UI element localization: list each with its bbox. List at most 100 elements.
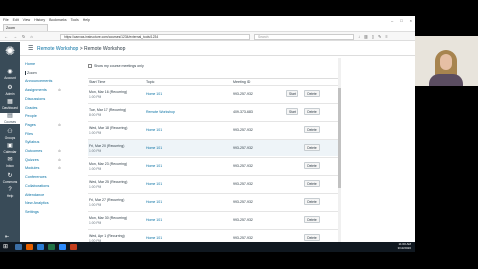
menu-item-file[interactable]: File <box>3 18 9 22</box>
library-icon[interactable]: ▥ <box>364 34 368 39</box>
course-header: ☰ Remote Workshop > Remote Workshop <box>20 42 415 56</box>
excel-icon[interactable] <box>48 244 55 250</box>
back-icon[interactable]: ← <box>4 34 8 39</box>
meeting-topic-link[interactable]: Home 101 <box>146 200 162 204</box>
global-nav-commons[interactable]: ↻ Commons <box>0 173 20 184</box>
meeting-time: 1:00 PM <box>89 203 102 207</box>
zoom-icon[interactable] <box>59 244 66 250</box>
course-nav-grades[interactable]: Grades <box>25 106 37 110</box>
course-nav-people[interactable]: People <box>25 114 37 118</box>
delete-button[interactable]: Delete <box>304 234 320 241</box>
browser-menubar: File Edit View History Bookmarks Tools Help Zo… <box>0 16 415 32</box>
meeting-topic-link[interactable]: Home 101 <box>146 218 162 222</box>
course-nav-home[interactable]: Home <box>25 62 35 66</box>
course-nav-announcements[interactable]: Announcements <box>25 79 52 83</box>
menu-item-tools[interactable]: Tools <box>71 18 79 22</box>
global-nav-dashboard[interactable]: ▦ Dashboard <box>0 99 20 110</box>
course-nav-new-analytics[interactable]: New Analytics <box>25 201 49 205</box>
menu-icon[interactable]: ≡ <box>385 34 387 39</box>
meeting-id: 993-257-932 <box>233 164 253 168</box>
course-nav-syllabus[interactable]: Syllabus <box>25 140 39 144</box>
meeting-topic-link[interactable]: Home 101 <box>146 164 162 168</box>
global-nav-admin[interactable]: ⚙ Admin <box>0 85 20 96</box>
meeting-topic-link[interactable]: Home 101 <box>146 128 162 132</box>
course-nav-assignments[interactable]: Assignments <box>25 88 47 92</box>
meeting-topic-link[interactable]: Home 101 <box>146 236 162 240</box>
presenter-body <box>429 74 463 86</box>
delete-button[interactable]: Delete <box>304 108 320 115</box>
page-scrollbar[interactable] <box>338 58 341 242</box>
global-nav-account[interactable]: ◉ Account <box>0 69 20 80</box>
url-field[interactable]: https://canvas.instructure.com/courses/1… <box>60 33 250 40</box>
breadcrumb-course[interactable]: Remote Workshop <box>37 46 78 52</box>
show-my-meetings-toggle[interactable]: Show my course meetings only <box>88 64 144 68</box>
scrollbar-thumb[interactable] <box>338 88 341 188</box>
word-icon[interactable] <box>37 244 44 250</box>
course-nav-quizzes[interactable]: Quizzes <box>25 158 39 162</box>
menu-item-history[interactable]: History <box>34 18 45 22</box>
meeting-topic-link[interactable]: Remote Workshop <box>146 110 175 114</box>
close-icon[interactable]: × <box>410 18 412 23</box>
delete-button[interactable]: Delete <box>304 90 320 97</box>
reload-icon[interactable]: ↻ <box>22 34 25 39</box>
delete-button[interactable]: Delete <box>304 162 320 169</box>
delete-button[interactable]: Delete <box>304 144 320 151</box>
course-nav-discussions[interactable]: Discussions <box>25 97 45 101</box>
meeting-time: 1:00 PM <box>89 95 102 99</box>
menu-item-edit[interactable]: Edit <box>13 18 19 22</box>
start-button[interactable]: Start <box>286 90 298 97</box>
meeting-topic-link[interactable]: Home 101 <box>146 182 162 186</box>
global-nav-inbox[interactable]: ✉ Inbox <box>0 157 20 168</box>
delete-button[interactable]: Delete <box>304 126 320 133</box>
forward-icon[interactable]: → <box>13 34 17 39</box>
start-button[interactable]: Start <box>286 108 298 115</box>
course-nav-pages[interactable]: Pages <box>25 123 36 127</box>
extension-icon[interactable]: ✎ <box>378 34 381 39</box>
meeting-topic-link[interactable]: Home 101 <box>146 146 162 150</box>
meeting-date: Wed, Mar 18 (Recurring) <box>89 126 128 130</box>
file-explorer-icon[interactable] <box>15 244 22 250</box>
show-my-meetings-checkbox[interactable] <box>88 64 92 68</box>
global-nav-label: Calendar <box>3 150 17 154</box>
delete-button[interactable]: Delete <box>304 216 320 223</box>
course-nav-attendance[interactable]: Attendance <box>25 193 44 197</box>
menu-item-bookmarks[interactable]: Bookmarks <box>49 18 67 22</box>
global-nav-groups[interactable]: ⚇ Groups <box>0 129 20 140</box>
minimize-icon[interactable]: – <box>391 18 393 23</box>
course-nav-conferences[interactable]: Conferences <box>25 175 47 179</box>
calendar-icon: ▣ <box>7 143 13 149</box>
powerpoint-icon[interactable] <box>70 244 77 250</box>
browser-tab[interactable]: Zoom <box>3 24 48 31</box>
breadcrumb: Remote Workshop > Remote Workshop <box>37 46 125 52</box>
system-tray[interactable]: 11:00 AM 3/13/2020 <box>398 242 411 251</box>
home-icon[interactable]: ⌂ <box>30 34 32 39</box>
meeting-id: 993-257-932 <box>233 146 253 150</box>
course-nav-files[interactable]: Files <box>25 132 33 136</box>
meeting-id: 409-373-683 <box>233 110 253 114</box>
delete-button[interactable]: Delete <box>304 180 320 187</box>
course-nav-modules[interactable]: Modules <box>25 166 39 170</box>
course-nav-collaborations[interactable]: Collaborations <box>25 184 49 188</box>
sidebar-icon[interactable]: ▯ <box>372 34 374 39</box>
global-nav-courses[interactable]: ▤ Courses <box>0 113 20 124</box>
dashboard-icon: ▦ <box>7 99 13 105</box>
global-nav-help[interactable]: ? Help <box>0 187 20 198</box>
firefox-icon[interactable] <box>26 244 33 250</box>
meeting-topic-link[interactable]: Home 101 <box>146 92 162 96</box>
meeting-time: 1:00 PM <box>89 149 102 153</box>
maximize-icon[interactable]: □ <box>400 18 402 23</box>
hamburger-icon[interactable]: ☰ <box>28 45 33 52</box>
download-icon[interactable]: ↓ <box>358 34 360 39</box>
course-nav-settings[interactable]: Settings <box>25 210 39 214</box>
menu-item-help[interactable]: Help <box>83 18 90 22</box>
global-nav-calendar[interactable]: ▣ Calendar <box>0 143 20 154</box>
collapse-nav-icon[interactable]: ⇤ <box>5 234 9 240</box>
course-nav-zoom[interactable]: Zoom <box>25 70 37 75</box>
delete-button[interactable]: Delete <box>304 198 320 205</box>
search-input[interactable]: Search <box>254 33 354 40</box>
menu-item-view[interactable]: View <box>23 18 31 22</box>
meeting-date: Wed, Apr 1 (Recurring) <box>89 234 125 238</box>
course-nav-outcomes[interactable]: Outcomes <box>25 149 42 153</box>
windows-start-icon[interactable]: ⊞ <box>3 244 9 250</box>
canvas-logo-icon[interactable]: ✺ <box>3 44 17 58</box>
